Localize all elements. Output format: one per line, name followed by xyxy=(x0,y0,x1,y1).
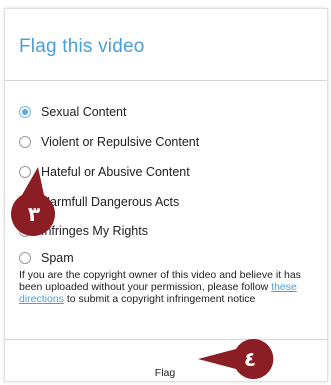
notice-text-before: If you are the copyright owner of this v… xyxy=(19,269,301,293)
marker-pin-shape xyxy=(198,339,274,379)
footer-divider xyxy=(5,339,327,340)
flag-button[interactable]: Flag xyxy=(125,364,205,382)
option-label: Hateful or Abusive Content xyxy=(41,165,190,179)
option-label: Harmfull Dangerous Acts xyxy=(41,195,180,209)
radio-icon[interactable] xyxy=(19,252,31,264)
annotation-marker-flag: ٤ xyxy=(198,339,274,379)
marker-number: ٤ xyxy=(244,347,256,371)
dialog-title: Flag this video xyxy=(19,36,145,57)
option-label: Spam xyxy=(41,251,74,265)
radio-icon[interactable] xyxy=(19,136,31,148)
marker-number: ٣ xyxy=(28,202,40,226)
copyright-notice: If you are the copyright owner of this v… xyxy=(19,269,319,305)
option-label: Violent or Repulsive Content xyxy=(41,135,200,149)
option-sexual-content[interactable]: Sexual Content xyxy=(19,102,126,122)
annotation-marker-options: ٣ xyxy=(11,167,56,237)
option-violent-content[interactable]: Violent or Repulsive Content xyxy=(19,132,199,152)
radio-selected-icon[interactable] xyxy=(19,106,31,118)
notice-text-after: to submit a copyright infringement notic… xyxy=(63,293,256,305)
option-label: Sexual Content xyxy=(41,105,127,119)
option-spam[interactable]: Spam xyxy=(19,248,74,268)
title-divider xyxy=(5,80,327,81)
screenshot-frame: Flag this video Sexual Content Violent o… xyxy=(0,0,331,385)
